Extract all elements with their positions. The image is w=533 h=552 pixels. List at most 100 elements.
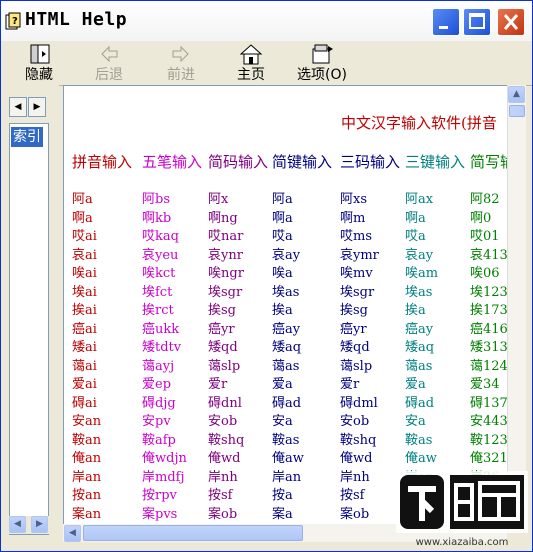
table-cell: 爱a (272, 377, 293, 392)
table-cell: 案ob (208, 506, 238, 522)
table-cell: 安an (72, 414, 102, 429)
table-cell: 鞍123 (470, 432, 507, 448)
table-cell: 哎kaq (142, 229, 179, 244)
navigation-pane: ◀ ▶ 索引 ◀ ▶ (1, 85, 59, 551)
table-cell: 癌yr (208, 321, 235, 337)
table-cell: 碍137 (470, 395, 507, 411)
back-button[interactable]: 后退 (87, 41, 131, 85)
scroll-up-button[interactable]: ▲ (508, 86, 525, 103)
table-cell: 爱34 (470, 377, 500, 392)
vertical-scrollbar[interactable]: ▲ ▼ (507, 85, 526, 524)
table-cell: 俺wd (208, 451, 241, 466)
table-cell: 按sf (208, 488, 233, 503)
table-cell: 唉ngr (208, 266, 244, 281)
table-cell: 矮tdtv (142, 340, 182, 355)
table-cell: 安ob (208, 414, 238, 429)
left-scroll-right-button[interactable]: ▶ (31, 516, 48, 533)
table-cell: 阿x (208, 192, 229, 207)
maximize-button[interactable] (463, 8, 491, 36)
table-cell: 啊m (340, 210, 366, 226)
table-cell: 癌416 (470, 321, 507, 337)
minimize-icon (439, 26, 448, 29)
table-cell: 哎01 (470, 229, 500, 244)
table-cell: 岸nh (340, 469, 370, 485)
table-cell: 爱a (405, 377, 426, 392)
hide-button[interactable]: 隐藏 (17, 41, 61, 85)
maximize-icon (469, 13, 485, 29)
table-cell: 挨rct (142, 303, 174, 318)
window-title: HTML Help (25, 9, 128, 30)
table-cell: 矮ai (72, 340, 97, 355)
table-cell: 哎a (272, 229, 293, 244)
table-cell: 爱ep (142, 377, 172, 392)
table-cell: 鞍shq (340, 432, 377, 448)
table-cell: 爱ai (72, 377, 97, 392)
back-label: 后退 (95, 67, 123, 83)
table-cell: 俺wd (340, 451, 373, 466)
table-cell: 碍dml (340, 395, 378, 411)
table-cell: 蔼ai (72, 358, 97, 374)
table-cell: 唉mv (340, 266, 373, 281)
table-cell: 矮aq (272, 340, 302, 355)
table-cell: 岸mdfj (142, 469, 185, 485)
table-cell: 按an (72, 488, 102, 503)
table-cell: 癌yr (340, 321, 367, 337)
horizontal-scroll-thumb[interactable] (83, 525, 303, 541)
left-scroll-arrow-icon: ◀ (69, 528, 76, 538)
column-header: 简写输 (470, 153, 507, 171)
table-cell: 阿bs (142, 192, 170, 207)
home-icon (239, 44, 263, 65)
table-cell: 哀ynr (208, 247, 243, 263)
table-cell: 癌ay (405, 321, 434, 337)
table-cell: 蔼ayj (142, 358, 175, 374)
table-cell: 唉06 (470, 266, 500, 281)
document-title: 中文汉字输入软件(拼音 (341, 114, 497, 132)
left-scroll-left-button[interactable]: ◀ (9, 516, 26, 533)
table-cell: 碍ai (72, 395, 97, 411)
column-header: 简键输入 (272, 153, 333, 171)
table-cell: 唉kct (142, 266, 176, 281)
html-help-window: ? HTML Help 隐藏 后退 前进 主页 选项(O) ◀ ▶ 索引 ◀ ▶… (0, 0, 533, 552)
back-arrow-icon (101, 45, 118, 63)
table-cell: 鞍shq (208, 432, 245, 448)
scroll-left-button[interactable]: ◀ (64, 525, 81, 542)
tab-next-button[interactable]: ▶ (28, 97, 46, 117)
table-cell: 岸an (72, 469, 102, 485)
vertical-scroll-thumb[interactable] (509, 105, 525, 117)
tab-prev-button[interactable]: ◀ (9, 97, 27, 117)
table-cell: 矮qd (340, 340, 370, 355)
title-bar[interactable]: ? HTML Help (1, 1, 532, 41)
close-button[interactable] (497, 8, 525, 36)
options-button[interactable]: 选项(O) (293, 41, 351, 85)
left-horizontal-scrollbar[interactable]: ◀ ▶ (9, 516, 49, 534)
table-cell: 蔼slp (340, 358, 373, 374)
home-label: 主页 (237, 67, 265, 83)
table-cell: 唉am (405, 266, 439, 281)
table-cell: 阿ax (405, 192, 434, 207)
index-tab-panel: 索引 (9, 123, 49, 535)
up-arrow-icon: ▲ (513, 89, 520, 99)
table-cell: 哎nar (208, 229, 244, 244)
table-cell: 俺an (72, 451, 102, 466)
tab-index[interactable]: 索引 (11, 127, 43, 147)
table-cell: 阿82 (470, 192, 500, 207)
minimize-button[interactable] (432, 8, 460, 36)
table-cell: 案a (272, 506, 293, 522)
table-cell: 碍djg (142, 395, 176, 411)
table-cell: 唉a (272, 266, 293, 281)
table-cell: 矮313 (470, 340, 507, 355)
table-cell: 俺aw (272, 451, 304, 466)
column-header: 三键输入 (405, 153, 466, 171)
help-app-icon: ? (5, 12, 21, 30)
table-cell: 矮aq (405, 340, 435, 355)
table-cell: 按a (272, 488, 293, 503)
table-cell: 俺aw (405, 451, 437, 466)
home-button[interactable]: 主页 (229, 41, 273, 85)
right-arrow-icon: ▶ (33, 102, 41, 112)
svg-text:?: ? (12, 16, 18, 27)
table-cell: 安a (272, 414, 293, 429)
table-cell: 癌ai (72, 321, 97, 337)
forward-button[interactable]: 前进 (159, 41, 203, 85)
table-cell: 碍dnl (208, 395, 242, 411)
table-cell: 挨sg (208, 303, 236, 318)
